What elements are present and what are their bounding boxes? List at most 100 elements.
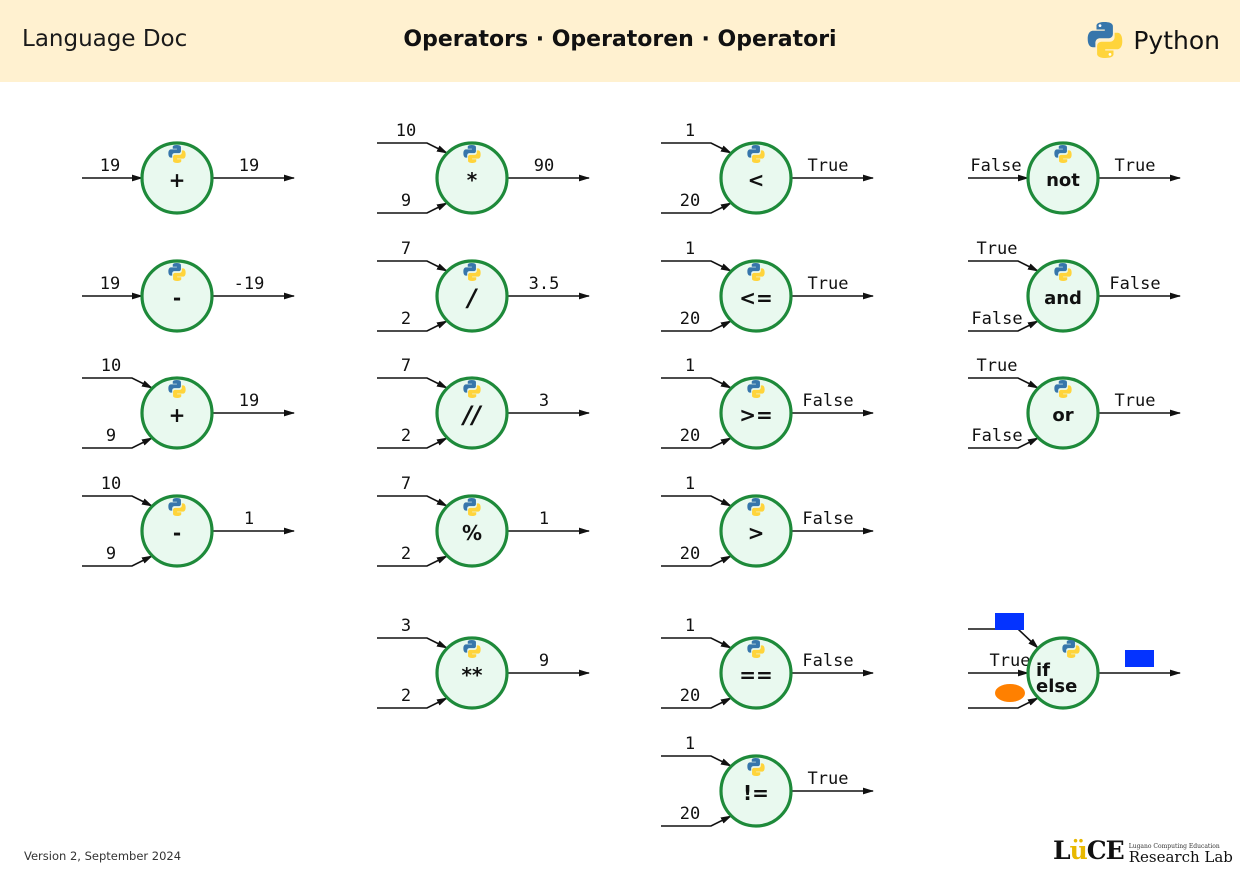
operator-floor-divide: 7 2 3 // [377, 356, 591, 450]
output-label: False [802, 651, 853, 671]
operator-symbol: + [169, 403, 186, 427]
input-label-right: 9 [401, 191, 411, 211]
output-label: 19 [239, 156, 259, 176]
operator-subtract: 10 9 1 - [82, 474, 296, 568]
operator-symbol: - [173, 286, 181, 310]
input-wire-left [968, 377, 1040, 389]
input-label-right: 2 [401, 686, 411, 706]
output-label: True [808, 769, 849, 789]
operator-symbol: != [743, 781, 769, 805]
input-label-left: 7 [401, 474, 411, 494]
output-label: True [808, 274, 849, 294]
operator-symbol: - [173, 521, 181, 545]
input-label-right: 2 [401, 426, 411, 446]
orange-ellipse-value [995, 684, 1025, 702]
output-label: False [802, 391, 853, 411]
input-wire-left [377, 260, 449, 272]
blue-rectangle-value [995, 613, 1024, 630]
operator-symbol: <= [739, 286, 773, 310]
input-wire-right [377, 437, 449, 449]
output-label: 1 [539, 509, 549, 529]
luce-logo: LüCE Lugano Computing Education Research… [1053, 836, 1233, 865]
input-wire-right [377, 697, 449, 709]
operator-less-than: 1 20 True < [661, 121, 875, 215]
output-label: False [802, 509, 853, 529]
input-wire-right [82, 555, 154, 567]
input-wire-left [377, 142, 449, 154]
input-label-left: 1 [685, 474, 695, 494]
operator-symbol: * [467, 168, 478, 192]
input-wire-right [377, 202, 449, 214]
input-wire-left [661, 637, 733, 649]
input-label-left: 1 [685, 121, 695, 141]
input-label-right: False [971, 426, 1022, 446]
operator-equal: 1 20 False == [661, 616, 875, 710]
input-label-right: 20 [680, 686, 700, 706]
input-label: 19 [100, 274, 120, 294]
operator-symbol: + [169, 168, 186, 192]
input-wire-right [377, 555, 449, 567]
output-label: 19 [239, 391, 259, 411]
output-label: True [1115, 156, 1156, 176]
blue-rectangle-output [1125, 650, 1154, 667]
operator-symbol: ** [462, 663, 483, 687]
operator-unary-plus: 19 19 + [82, 141, 296, 215]
operator-symbol: > [748, 521, 765, 545]
input-label-left: True [977, 356, 1018, 376]
output-label: True [1115, 391, 1156, 411]
operator-symbol-else: else [1036, 676, 1077, 697]
luce-ce: CE [1086, 836, 1125, 865]
input-wire-left [661, 495, 733, 507]
input-wire-left [377, 495, 449, 507]
operator-greater-equal: 1 20 False >= [661, 356, 875, 450]
operator-and: True False False and [968, 239, 1182, 333]
operator-if-else: True ifelse [968, 613, 1182, 710]
input-label-right: 20 [680, 191, 700, 211]
operator-greater-than: 1 20 False > [661, 474, 875, 568]
input-label-left: 3 [401, 616, 411, 636]
input-label-left: True [977, 239, 1018, 259]
input-label-left: 7 [401, 239, 411, 259]
output-label: 3 [539, 391, 549, 411]
input-wire-left [661, 142, 733, 154]
input-label-left: 1 [685, 734, 695, 754]
operator-symbol: % [462, 521, 482, 545]
input-label: False [970, 156, 1021, 176]
input-label-left: 1 [685, 616, 695, 636]
operator-symbol: not [1046, 170, 1080, 191]
input-wire-left [661, 260, 733, 272]
input-label: 19 [100, 156, 120, 176]
operator-symbol: or [1052, 405, 1073, 426]
operator-not-equal: 1 20 True != [661, 734, 875, 828]
input-label-right: False [971, 309, 1022, 329]
output-label: 90 [534, 156, 554, 176]
input-wire-left [82, 377, 154, 389]
input-label-right: 20 [680, 804, 700, 824]
input-label-right: 20 [680, 544, 700, 564]
input-label-right: 2 [401, 309, 411, 329]
operator-power: 3 2 9 ** [377, 616, 591, 710]
input-label-right: 9 [106, 544, 116, 564]
luce-u: ü [1069, 836, 1088, 865]
input-label-right: 20 [680, 309, 700, 329]
operator-symbol: == [739, 663, 773, 687]
operator-add: 10 9 19 + [82, 356, 296, 450]
operator-multiply: 10 9 90 * [377, 121, 591, 215]
output-label: 3.5 [529, 274, 560, 294]
input-label-left: 7 [401, 356, 411, 376]
input-wire-left [661, 377, 733, 389]
version-label: Version 2, September 2024 [24, 849, 182, 863]
operator-modulo: 7 2 1% [377, 474, 591, 568]
input-label-left: 10 [101, 474, 121, 494]
input-label-right: 20 [680, 426, 700, 446]
output-label: 1 [244, 509, 254, 529]
output-label: False [1109, 274, 1160, 294]
input-wire-left [377, 637, 449, 649]
operator-symbol: >= [739, 403, 773, 427]
input-wire-right [377, 320, 449, 332]
luce-wordmark: LüCE [1053, 836, 1125, 865]
input-wire-condition-true-value [968, 628, 1039, 649]
operators-diagram: 19 19+19 -19-10919+1091-10990*723.5/723//7… [82, 121, 1182, 828]
input-label-left: 10 [396, 121, 416, 141]
input-wire-left [968, 260, 1040, 272]
